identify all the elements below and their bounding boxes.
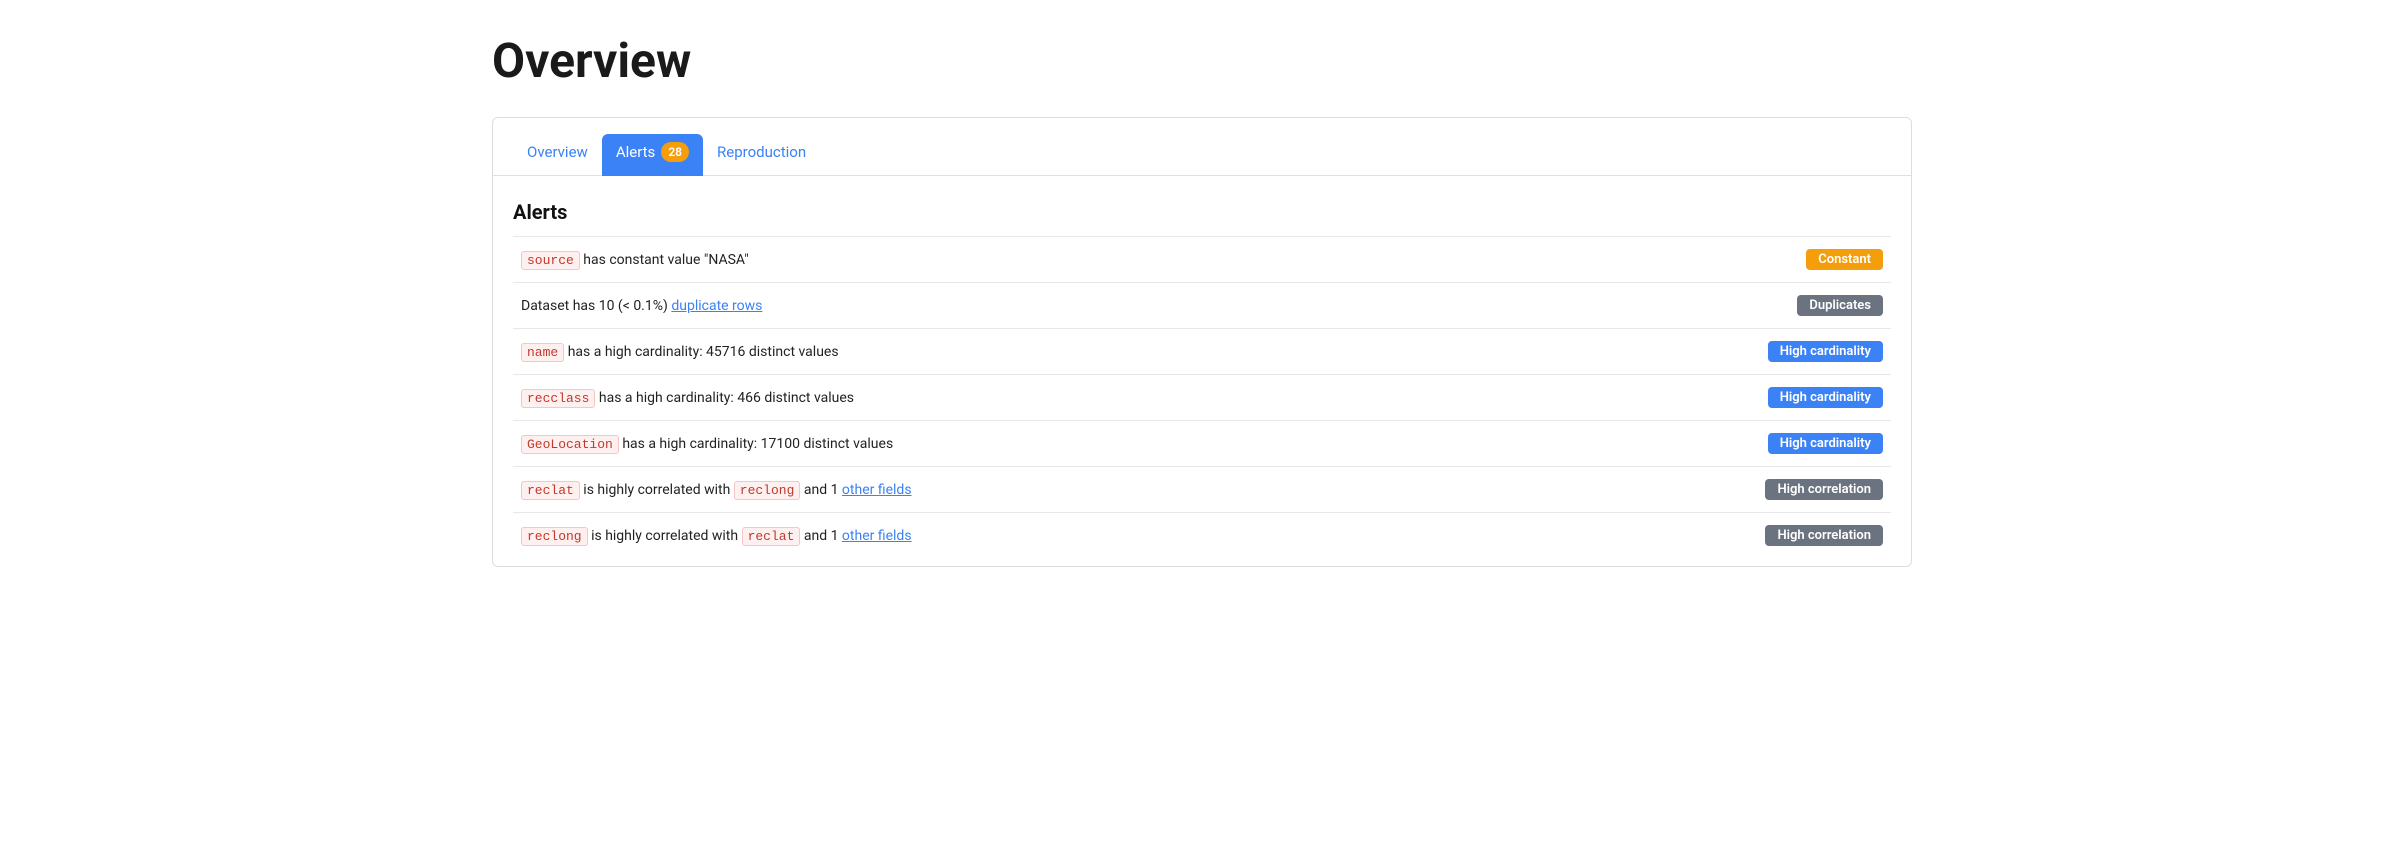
alert-cell-recclass: recclass has a high cardinality: 466 dis… <box>513 375 1550 421</box>
alert-cell-reclong: reclong is highly correlated with reclat… <box>513 513 1550 559</box>
table-row: Dataset has 10 (< 0.1%) duplicate rows D… <box>513 283 1891 329</box>
alert-cell-duplicates: Dataset has 10 (< 0.1%) duplicate rows <box>513 283 1550 329</box>
table-row: GeoLocation has a high cardinality: 1710… <box>513 421 1891 467</box>
table-row: reclong is highly correlated with reclat… <box>513 513 1891 559</box>
badge-high-correlation-reclong: High correlation <box>1765 525 1883 546</box>
table-row: source has constant value "NASA" Constan… <box>513 237 1891 283</box>
alert-cell-geolocation: GeoLocation has a high cardinality: 1710… <box>513 421 1550 467</box>
alert-badge-cell-geolocation: High cardinality <box>1550 421 1891 467</box>
code-name: name <box>521 343 564 362</box>
code-source: source <box>521 251 580 270</box>
tab-alerts[interactable]: Alerts 28 <box>602 134 703 176</box>
tabs-container: Overview Alerts 28 Reproduction <box>493 118 1911 176</box>
code-geolocation: GeoLocation <box>521 435 619 454</box>
table-row: reclat is highly correlated with reclong… <box>513 467 1891 513</box>
alert-badge-cell-recclass: High cardinality <box>1550 375 1891 421</box>
alert-badge-cell-reclat: High correlation <box>1550 467 1891 513</box>
duplicate-rows-link[interactable]: duplicate rows <box>671 298 762 314</box>
badge-constant: Constant <box>1806 249 1883 270</box>
code-reclong: reclong <box>521 527 588 546</box>
alert-cell-source: source has constant value "NASA" <box>513 237 1550 283</box>
alert-cell-reclat: reclat is highly correlated with reclong… <box>513 467 1550 513</box>
code-recclass: recclass <box>521 389 595 408</box>
page-title: Overview <box>492 32 1912 89</box>
main-card: Overview Alerts 28 Reproduction Alerts s… <box>492 117 1912 567</box>
alerts-badge: 28 <box>661 142 689 162</box>
badge-high-cardinality-name: High cardinality <box>1768 341 1883 362</box>
badge-duplicates: Duplicates <box>1797 295 1883 316</box>
alerts-heading: Alerts <box>513 200 1891 224</box>
alert-badge-cell-reclong: High correlation <box>1550 513 1891 559</box>
alert-badge-cell-name: High cardinality <box>1550 329 1891 375</box>
code-reclat-ref: reclat <box>742 527 801 546</box>
code-reclat: reclat <box>521 481 580 500</box>
alert-cell-name: name has a high cardinality: 45716 disti… <box>513 329 1550 375</box>
code-reclong-ref: reclong <box>734 481 801 500</box>
other-fields-link-2[interactable]: other fields <box>842 528 912 544</box>
tab-reproduction[interactable]: Reproduction <box>703 135 820 175</box>
table-row: name has a high cardinality: 45716 disti… <box>513 329 1891 375</box>
badge-high-correlation-reclat: High correlation <box>1765 479 1883 500</box>
alert-badge-cell-constant: Constant <box>1550 237 1891 283</box>
table-row: recclass has a high cardinality: 466 dis… <box>513 375 1891 421</box>
alerts-section: Alerts source has constant value "NASA" … <box>493 176 1911 566</box>
badge-high-cardinality-recclass: High cardinality <box>1768 387 1883 408</box>
tab-overview[interactable]: Overview <box>513 135 602 175</box>
alert-badge-cell-duplicates: Duplicates <box>1550 283 1891 329</box>
badge-high-cardinality-geolocation: High cardinality <box>1768 433 1883 454</box>
alerts-table: source has constant value "NASA" Constan… <box>513 236 1891 558</box>
other-fields-link-1[interactable]: other fields <box>842 482 912 498</box>
page-container: Overview Overview Alerts 28 Reproduction… <box>452 0 1952 599</box>
